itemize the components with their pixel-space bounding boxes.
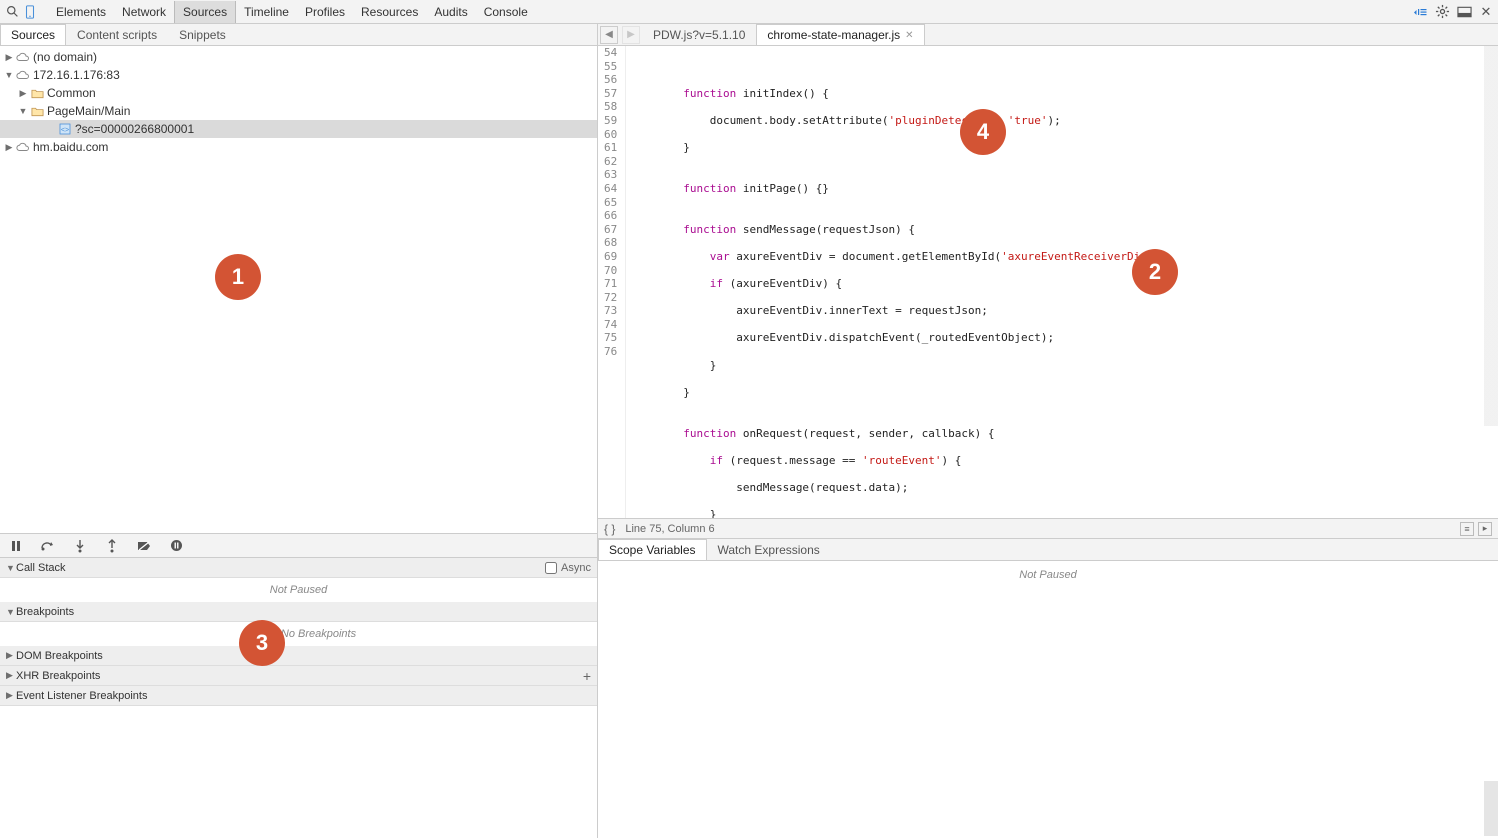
section-xhr-breakpoints[interactable]: ▶XHR Breakpoints + bbox=[0, 666, 597, 686]
tab-elements[interactable]: Elements bbox=[48, 1, 114, 23]
pretty-print-icon[interactable]: { } bbox=[604, 522, 615, 536]
deactivate-breakpoints-icon[interactable] bbox=[136, 538, 152, 554]
navigator-tabs: Sources Content scripts Snippets bbox=[0, 24, 597, 46]
section-title: XHR Breakpoints bbox=[16, 670, 100, 682]
code-content[interactable]: function initIndex() { document.body.set… bbox=[626, 46, 1166, 518]
section-title: Breakpoints bbox=[16, 606, 74, 618]
search-icon[interactable] bbox=[4, 4, 20, 20]
devtools-toolbar: Elements Network Sources Timeline Profil… bbox=[0, 0, 1498, 24]
scope-tabs: Scope Variables Watch Expressions bbox=[598, 539, 1498, 561]
gear-icon[interactable] bbox=[1434, 4, 1450, 20]
nav-fwd-icon[interactable]: ▶ bbox=[622, 26, 640, 44]
tree-node-pagemain[interactable]: ▼ PageMain/Main bbox=[0, 102, 597, 120]
nav-back-icon[interactable]: ◀ bbox=[600, 26, 618, 44]
step-into-icon[interactable] bbox=[72, 538, 88, 554]
tab-timeline[interactable]: Timeline bbox=[236, 1, 297, 23]
call-stack-body: Not Paused bbox=[0, 578, 597, 602]
scrollbar[interactable] bbox=[1484, 781, 1498, 836]
tree-node-file[interactable]: <> ?sc=00000266800001 bbox=[0, 120, 597, 138]
tree-node-common[interactable]: ▶ Common bbox=[0, 84, 597, 102]
add-xhr-breakpoint-icon[interactable]: + bbox=[583, 668, 591, 684]
cloud-icon bbox=[16, 68, 30, 82]
device-mode-icon[interactable] bbox=[22, 4, 38, 20]
tree-label: ?sc=00000266800001 bbox=[75, 122, 194, 136]
async-checkbox[interactable] bbox=[545, 562, 557, 574]
annotation-marker-4: 4 bbox=[960, 109, 1006, 155]
cloud-icon bbox=[16, 50, 30, 64]
line-gutter: 5455565758596061626364656667686970717273… bbox=[598, 46, 626, 518]
tab-sources[interactable]: Sources bbox=[174, 1, 236, 23]
tree-label: PageMain/Main bbox=[47, 104, 130, 118]
tree-label: hm.baidu.com bbox=[33, 140, 108, 154]
tree-label: Common bbox=[47, 86, 96, 100]
async-label: Async bbox=[561, 562, 591, 574]
scrollbar[interactable] bbox=[1484, 46, 1498, 426]
cursor-position: Line 75, Column 6 bbox=[625, 523, 714, 535]
editor-tabs: ◀ ▶ PDW.js?v=5.1.10 chrome-state-manager… bbox=[598, 24, 1498, 46]
scope-body: Not Paused bbox=[598, 561, 1498, 589]
section-title: Event Listener Breakpoints bbox=[16, 690, 147, 702]
folder-icon bbox=[30, 86, 44, 100]
debugger-toolbar bbox=[0, 534, 597, 558]
file-tree: ▶ (no domain) ▼ 172.16.1.176:83 ▶ Common… bbox=[0, 46, 597, 158]
tree-label: (no domain) bbox=[33, 50, 97, 64]
folder-icon bbox=[30, 104, 44, 118]
toggle-drawer-icon[interactable] bbox=[1412, 4, 1428, 20]
tab-resources[interactable]: Resources bbox=[353, 1, 426, 23]
editor-tab-chrome-state[interactable]: chrome-state-manager.js✕ bbox=[756, 24, 924, 45]
step-over-icon[interactable] bbox=[40, 538, 56, 554]
tab-profiles[interactable]: Profiles bbox=[297, 1, 353, 23]
tree-node-no-domain[interactable]: ▶ (no domain) bbox=[0, 48, 597, 66]
step-out-icon[interactable] bbox=[104, 538, 120, 554]
navigator-tab-content-scripts[interactable]: Content scripts bbox=[66, 24, 168, 45]
sources-navigator: Sources Content scripts Snippets ▶ (no d… bbox=[0, 24, 597, 533]
file-icon: <> bbox=[58, 122, 72, 136]
pause-on-exceptions-icon[interactable] bbox=[168, 538, 184, 554]
debugger-sidebar: ▼Call Stack Async Not Paused ▼Breakpoint… bbox=[0, 533, 597, 838]
annotation-marker-2: 2 bbox=[1132, 249, 1178, 295]
dock-icon[interactable] bbox=[1456, 4, 1472, 20]
code-editor[interactable]: 5455565758596061626364656667686970717273… bbox=[598, 46, 1498, 518]
navigator-tab-snippets[interactable]: Snippets bbox=[168, 24, 237, 45]
annotation-marker-1: 1 bbox=[215, 254, 261, 300]
section-breakpoints[interactable]: ▼Breakpoints bbox=[0, 602, 597, 622]
section-call-stack[interactable]: ▼Call Stack Async bbox=[0, 558, 597, 578]
pause-icon[interactable] bbox=[8, 538, 24, 554]
tab-network[interactable]: Network bbox=[114, 1, 174, 23]
tab-console[interactable]: Console bbox=[476, 1, 536, 23]
tab-audits[interactable]: Audits bbox=[426, 1, 475, 23]
code-editor-pane: ◀ ▶ PDW.js?v=5.1.10 chrome-state-manager… bbox=[598, 24, 1498, 538]
editor-statusbar: { } Line 75, Column 6 ≡ ▸ bbox=[598, 518, 1498, 538]
section-title: Call Stack bbox=[16, 562, 66, 574]
statusbar-btn-1[interactable]: ≡ bbox=[1460, 522, 1474, 536]
navigator-tab-sources[interactable]: Sources bbox=[0, 24, 66, 45]
section-event-listener-breakpoints[interactable]: ▶Event Listener Breakpoints bbox=[0, 686, 597, 706]
editor-tab-pdw[interactable]: PDW.js?v=5.1.10 bbox=[642, 24, 756, 45]
panel-tabs: Elements Network Sources Timeline Profil… bbox=[48, 1, 536, 23]
cloud-icon bbox=[16, 140, 30, 154]
tab-scope-variables[interactable]: Scope Variables bbox=[598, 539, 707, 560]
close-icon[interactable]: ✕ bbox=[1478, 4, 1494, 20]
scope-pane: Scope Variables Watch Expressions Not Pa… bbox=[598, 538, 1498, 838]
tab-watch-expressions[interactable]: Watch Expressions bbox=[707, 539, 831, 560]
breakpoints-body: No Breakpoints bbox=[0, 622, 597, 646]
tree-node-host[interactable]: ▼ 172.16.1.176:83 bbox=[0, 66, 597, 84]
annotation-marker-3: 3 bbox=[239, 620, 285, 666]
section-dom-breakpoints[interactable]: ▶DOM Breakpoints bbox=[0, 646, 597, 666]
tree-label: 172.16.1.176:83 bbox=[33, 68, 120, 82]
svg-text:<>: <> bbox=[61, 127, 69, 134]
close-tab-icon[interactable]: ✕ bbox=[905, 30, 913, 41]
statusbar-btn-2[interactable]: ▸ bbox=[1478, 522, 1492, 536]
section-title: DOM Breakpoints bbox=[16, 650, 103, 662]
tree-node-baidu[interactable]: ▶ hm.baidu.com bbox=[0, 138, 597, 156]
